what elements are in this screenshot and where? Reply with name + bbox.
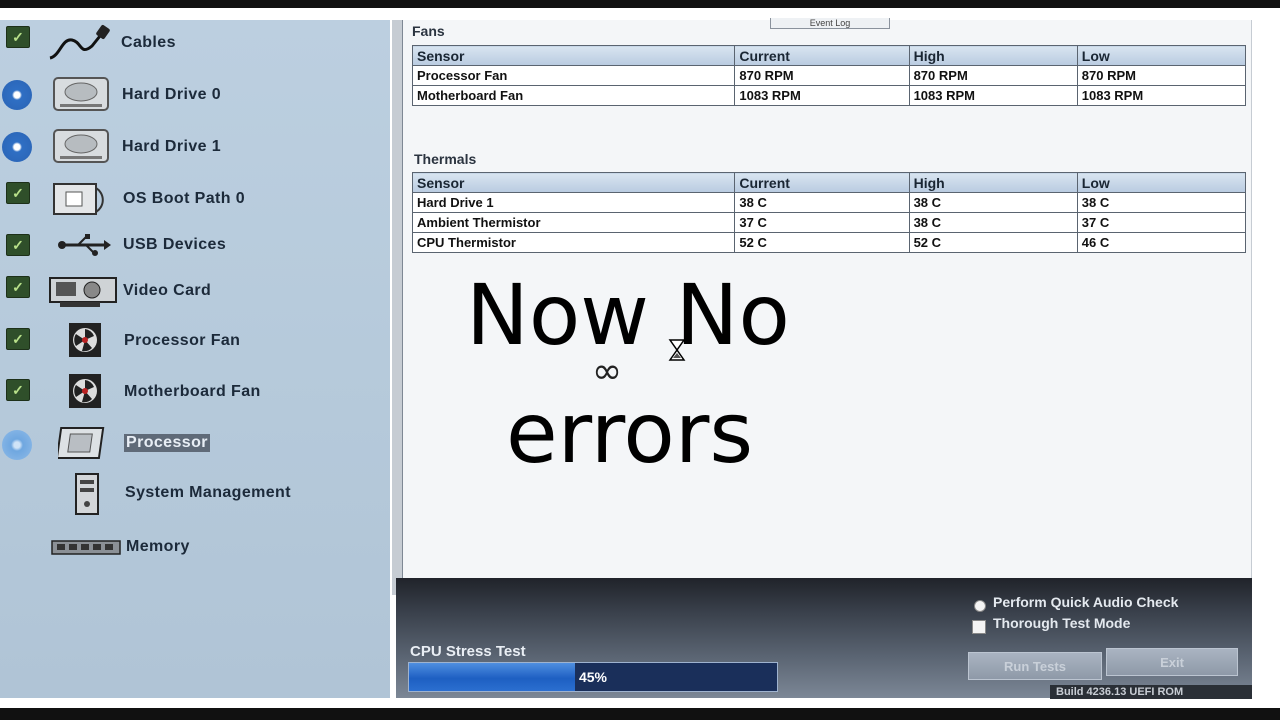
sidebar-item-video-card[interactable]: ✓ Video Card — [0, 268, 390, 312]
sidebar-item-label: System Management — [125, 484, 291, 501]
passed-check-icon: ✓ — [6, 26, 30, 48]
cell-high: 38 C — [908, 212, 1078, 233]
cell-sensor: Hard Drive 1 — [411, 192, 736, 213]
overlay-line-1: Now No — [466, 266, 790, 364]
test-list-sidebar: ✓ Cables Hard Drive 0 Hard Drive 1 ✓ OS … — [0, 20, 390, 698]
run-tests-button[interactable]: Run Tests — [968, 652, 1102, 680]
fan-icon — [66, 371, 104, 411]
screen-bezel-top — [0, 0, 1280, 8]
sidebar-item-label: Processor Fan — [124, 332, 241, 349]
header-high: High — [908, 45, 1078, 66]
table-row: Processor Fan 870 RPM 870 RPM 870 RPM — [411, 65, 1247, 86]
system-management-icon — [70, 472, 104, 516]
header-low: Low — [1076, 45, 1247, 66]
sidebar-item-label: Hard Drive 0 — [122, 86, 222, 103]
cell-high: 38 C — [908, 192, 1078, 213]
cell-current: 1083 RPM — [734, 85, 910, 106]
sidebar-item-label: Hard Drive 1 — [122, 138, 222, 155]
running-status-icon — [0, 80, 34, 110]
table-row: Ambient Thermistor 37 C 38 C 37 C — [411, 212, 1247, 233]
sidebar-item-processor-fan[interactable]: ✓ Processor Fan — [0, 318, 390, 362]
cell-low: 870 RPM — [1076, 65, 1247, 86]
sidebar-item-usb-devices[interactable]: ✓ USB Devices — [0, 222, 390, 266]
thorough-test-label: Thorough Test Mode — [993, 615, 1131, 631]
usb-icon — [56, 232, 112, 258]
stress-test-progress-bar: 45% — [408, 662, 778, 692]
passed-check-icon: ✓ — [6, 182, 30, 204]
passed-check-icon: ✓ — [6, 234, 30, 256]
sidebar-item-label: Processor — [124, 434, 210, 452]
cell-low: 46 C — [1076, 232, 1247, 253]
hard-drive-icon — [52, 126, 110, 166]
sidebar-item-label: Video Card — [123, 282, 212, 299]
sidebar-item-system-management[interactable]: System Management — [0, 472, 390, 516]
cell-high: 870 RPM — [908, 65, 1078, 86]
thermals-section-title: Thermals — [414, 151, 477, 167]
fan-icon — [66, 320, 104, 360]
header-low: Low — [1076, 172, 1247, 193]
sidebar-item-memory[interactable]: Memory — [0, 526, 390, 570]
sidebar-item-hard-drive-1[interactable]: Hard Drive 1 — [0, 124, 390, 168]
table-header-row: Sensor Current High Low — [411, 45, 1247, 66]
cell-low: 37 C — [1076, 212, 1247, 233]
sidebar-item-hard-drive-0[interactable]: Hard Drive 0 — [0, 72, 390, 116]
thermals-table: Sensor Current High Low Hard Drive 1 38 … — [411, 172, 1247, 253]
thorough-test-checkbox[interactable] — [972, 620, 986, 634]
cell-current: 37 C — [734, 212, 910, 233]
quick-audio-radio[interactable] — [974, 600, 986, 612]
build-version-text: Build 4236.13 UEFI ROM — [1050, 685, 1252, 699]
running-status-icon — [0, 430, 34, 460]
passed-check-icon: ✓ — [6, 276, 30, 298]
stress-test-label: CPU Stress Test — [410, 643, 526, 660]
cell-sensor: Ambient Thermistor — [411, 212, 736, 233]
quick-audio-label: Perform Quick Audio Check — [993, 594, 1179, 610]
cell-sensor: CPU Thermistor — [411, 232, 736, 253]
processor-icon — [58, 422, 108, 462]
table-row: CPU Thermistor 52 C 52 C 46 C — [411, 232, 1247, 253]
sidebar-item-label: Cables — [121, 34, 176, 51]
sidebar-item-label: Memory — [126, 538, 190, 555]
progress-percent-text: 45% — [578, 669, 608, 685]
header-sensor: Sensor — [411, 45, 736, 66]
hard-drive-icon — [52, 74, 110, 114]
passed-check-icon: ✓ — [6, 328, 30, 350]
fans-table: Sensor Current High Low Processor Fan 87… — [411, 45, 1247, 106]
sidebar-item-os-boot-path-0[interactable]: ✓ OS Boot Path 0 — [0, 176, 390, 220]
header-current: Current — [734, 172, 910, 193]
table-header-row: Sensor Current High Low — [411, 172, 1247, 193]
overlay-caption: Now No ∞ errors — [430, 266, 810, 478]
fans-section-title: Fans — [412, 23, 445, 39]
overlay-line-2: errors — [506, 384, 754, 482]
sidebar-item-processor[interactable]: Processor — [0, 420, 390, 464]
cable-icon — [46, 22, 112, 62]
cell-low: 38 C — [1076, 192, 1247, 213]
tab-event-log[interactable]: Event Log — [770, 18, 890, 29]
cell-current: 38 C — [734, 192, 910, 213]
boot-path-icon — [50, 178, 112, 218]
exit-button[interactable]: Exit — [1106, 648, 1238, 676]
passed-check-icon: ✓ — [6, 379, 30, 401]
sidebar-item-label: Motherboard Fan — [124, 383, 261, 400]
running-status-icon — [0, 132, 34, 162]
video-card-icon — [46, 270, 122, 310]
cell-sensor: Motherboard Fan — [411, 85, 736, 106]
sidebar-item-label: OS Boot Path 0 — [123, 190, 246, 207]
hourglass-cursor-icon — [668, 338, 686, 367]
memory-icon — [50, 538, 122, 558]
sidebar-item-cables[interactable]: ✓ Cables — [0, 20, 390, 64]
header-high: High — [908, 172, 1078, 193]
header-current: Current — [734, 45, 910, 66]
cell-current: 52 C — [734, 232, 910, 253]
screen-bezel-bottom — [0, 708, 1280, 720]
cell-sensor: Processor Fan — [411, 65, 736, 86]
sidebar-item-label: USB Devices — [123, 236, 227, 253]
table-row: Hard Drive 1 38 C 38 C 38 C — [411, 192, 1247, 213]
cell-high: 52 C — [908, 232, 1078, 253]
cell-high: 1083 RPM — [908, 85, 1078, 106]
cell-low: 1083 RPM — [1076, 85, 1247, 106]
table-row: Motherboard Fan 1083 RPM 1083 RPM 1083 R… — [411, 85, 1247, 106]
sidebar-item-motherboard-fan[interactable]: ✓ Motherboard Fan — [0, 369, 390, 413]
cell-current: 870 RPM — [734, 65, 910, 86]
header-sensor: Sensor — [411, 172, 736, 193]
